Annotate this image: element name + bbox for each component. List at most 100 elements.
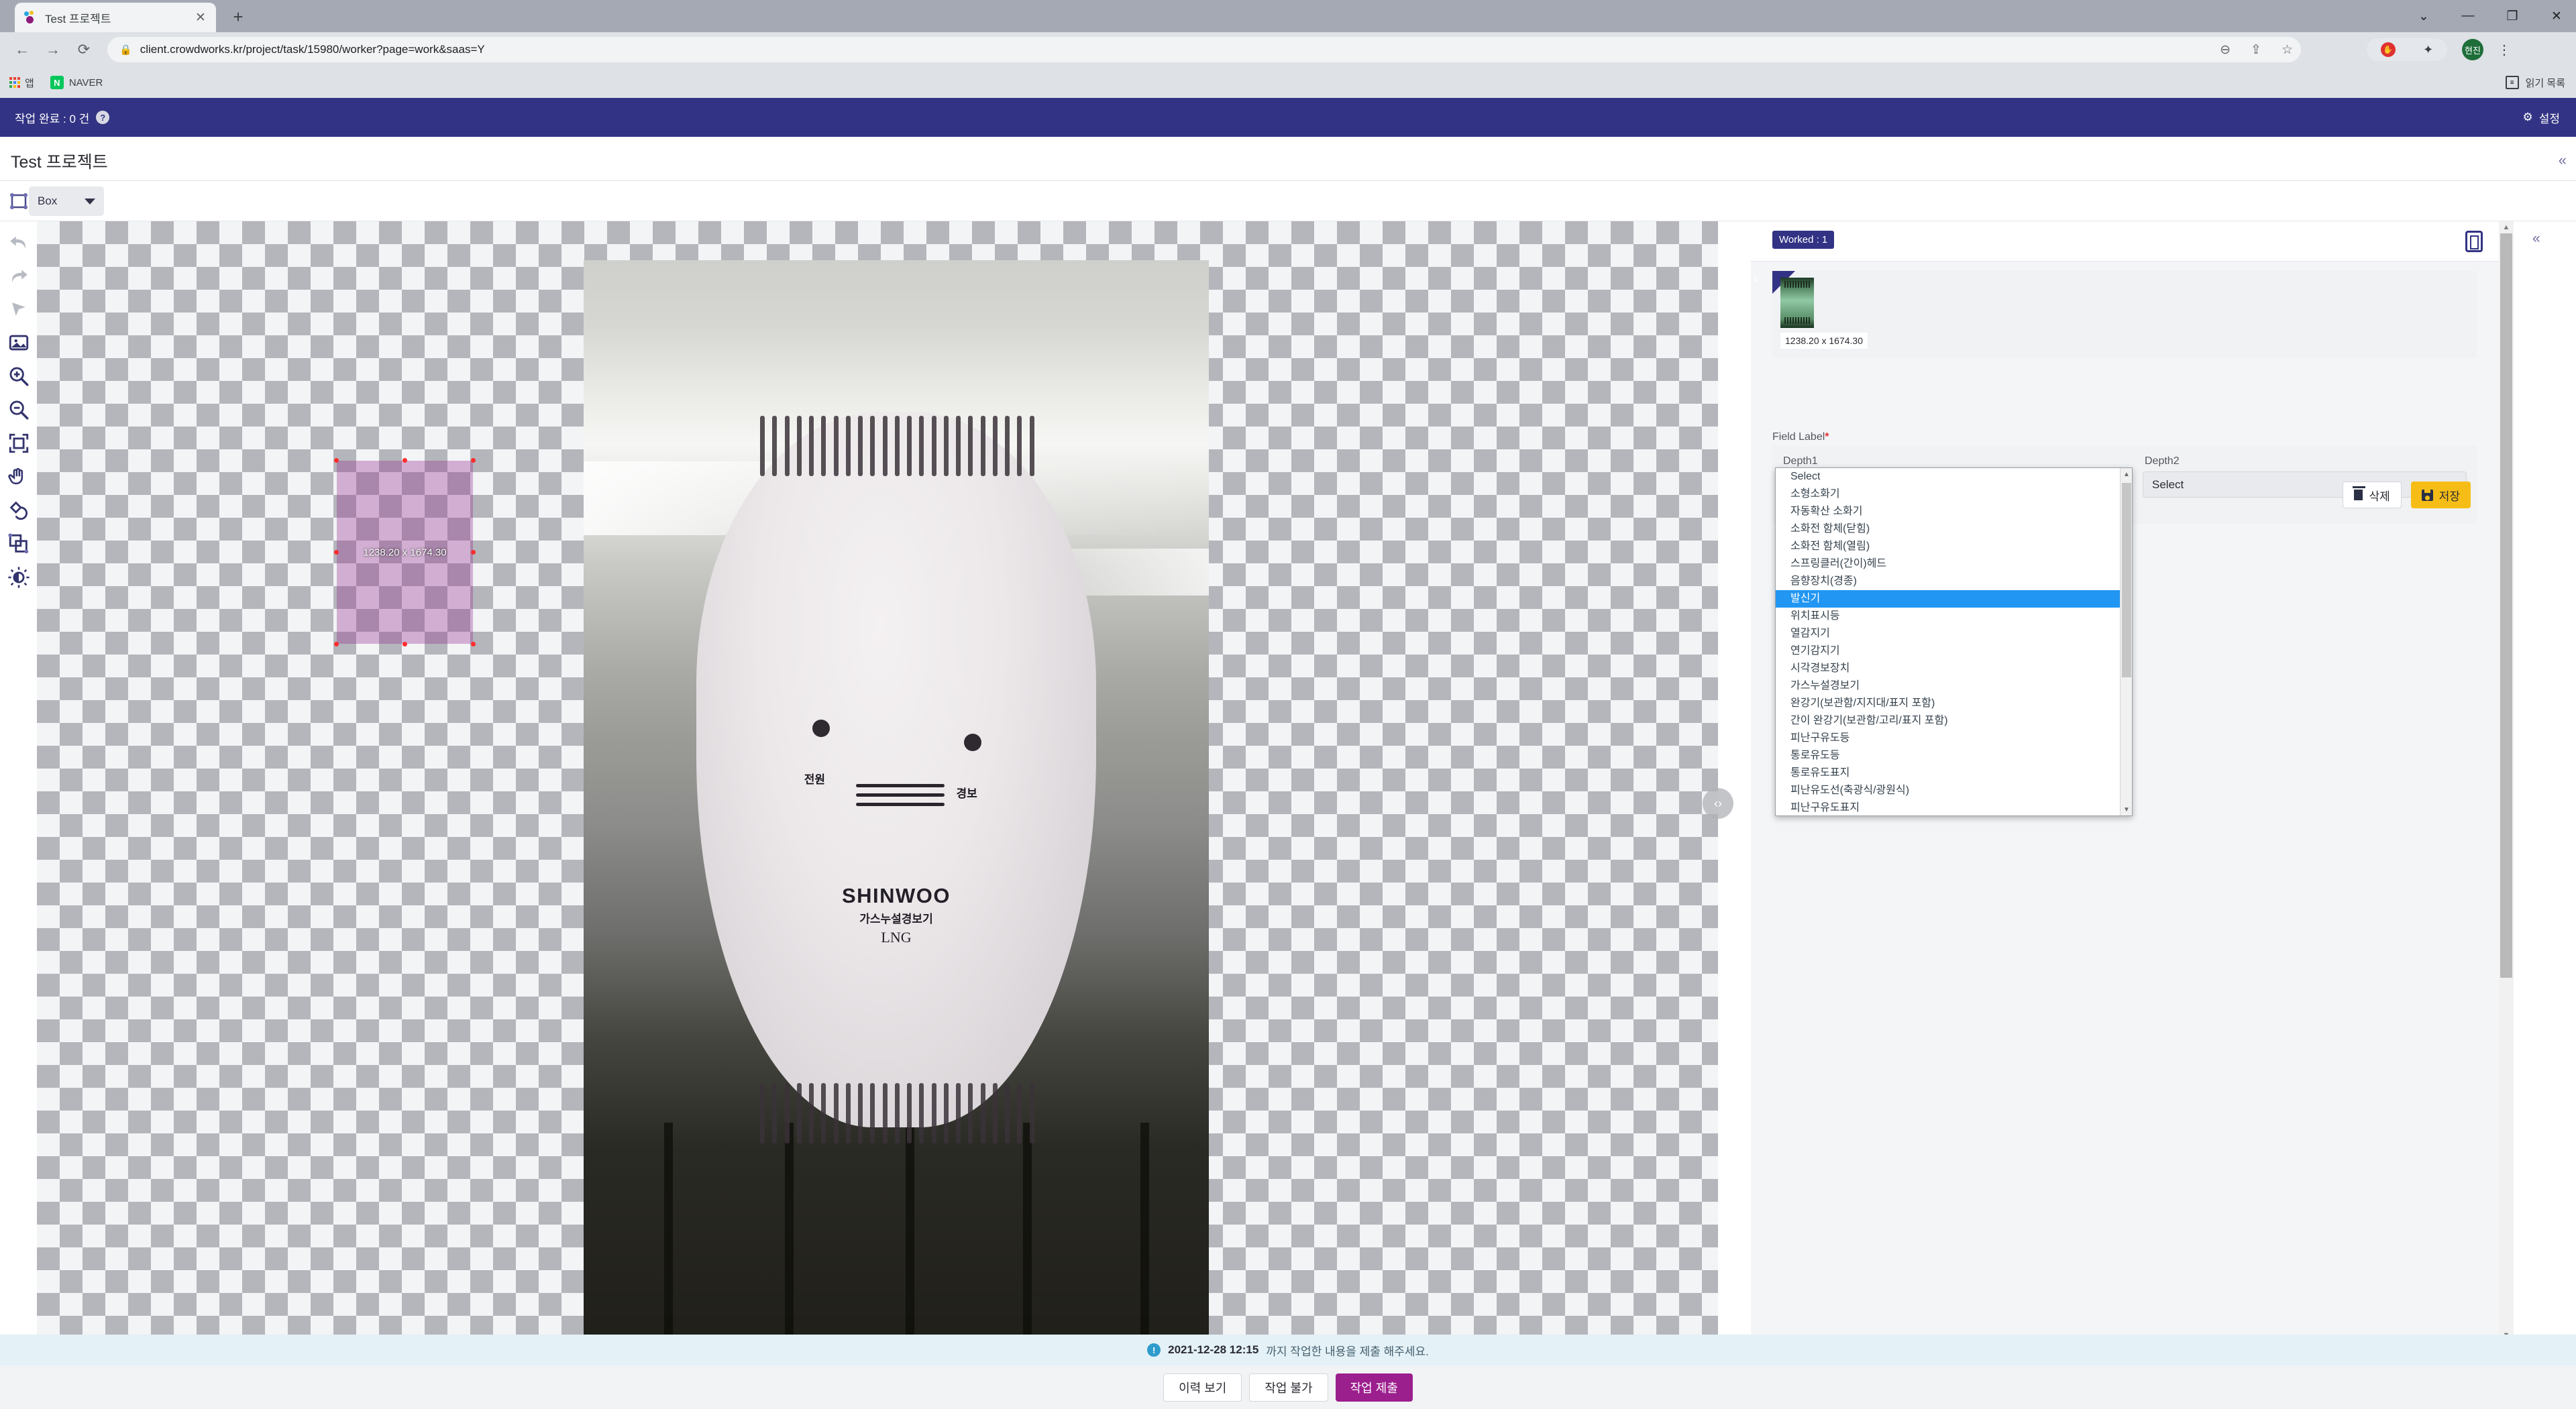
zoom-out-icon[interactable] <box>7 398 30 421</box>
delete-button[interactable]: 삭제 <box>2343 482 2402 508</box>
annotation-canvas[interactable]: 전원 경보 SHINWOO 가스누설경보기 LNG 1238.20 x 1674… <box>37 221 1718 1344</box>
annotation-toolbar: Box <box>0 181 2576 221</box>
dropdown-option[interactable]: 열감지기 <box>1776 625 2132 642</box>
reject-button[interactable]: 작업 불가 <box>1249 1373 1328 1402</box>
fit-screen-icon[interactable] <box>7 432 30 455</box>
window-maximize-icon[interactable]: ❐ <box>2490 0 2534 32</box>
submit-button[interactable]: 작업 제출 <box>1335 1373 1413 1402</box>
image-icon[interactable] <box>7 331 30 354</box>
dropdown-option[interactable]: 소형소화기 <box>1776 486 2132 503</box>
shape-type-select[interactable]: Box <box>29 186 104 216</box>
power-label: 전원 <box>804 773 826 786</box>
dropdown-option[interactable]: 피난구유도표지 <box>1776 799 2132 815</box>
dropdown-option[interactable]: 음향장치(경종) <box>1776 573 2132 590</box>
window-minimize-icon[interactable]: — <box>2446 0 2490 32</box>
scroll-up-icon[interactable]: ▲ <box>2121 468 2132 480</box>
field-label-text: Field Label <box>1772 431 1825 443</box>
dropdown-scroll-thumb[interactable] <box>2122 483 2131 677</box>
required-mark: * <box>1825 431 1829 443</box>
panel-collapse-icon[interactable]: « <box>2559 152 2567 169</box>
brightness-icon[interactable] <box>7 566 30 589</box>
sidebar-collapse-icon[interactable]: « <box>2532 231 2540 247</box>
dropdown-options: Select 소형소화기 자동확산 소화기 소화전 함체(닫힘) 소화전 함체(열림) 스… <box>1776 468 2132 815</box>
bbox-handle-bc[interactable] <box>402 642 407 646</box>
transform-icon[interactable] <box>7 532 30 555</box>
history-button[interactable]: 이력 보기 <box>1163 1373 1242 1402</box>
dropdown-option[interactable]: 스프링클러(간이)헤드 <box>1776 555 2132 573</box>
cursor-icon[interactable] <box>7 298 30 321</box>
puzzle-extension-icon[interactable]: ✦ <box>2423 43 2433 57</box>
close-tab-icon[interactable]: ✕ <box>192 10 209 25</box>
dropdown-option[interactable]: 간이 완강기(보관함/고리/표지 포함) <box>1776 712 2132 730</box>
bbox-handle-bl[interactable] <box>334 642 339 646</box>
dropdown-scrollbar[interactable]: ▲ ▼ <box>2120 468 2132 815</box>
reading-list-button[interactable]: ≡ 읽기 목록 <box>2505 76 2565 90</box>
browser-tab[interactable]: Test 프로젝트 ✕ <box>15 3 216 32</box>
bounding-box[interactable]: 1238.20 x 1674.30 <box>334 458 476 646</box>
vent-top <box>760 416 1034 477</box>
reload-icon[interactable]: ⟳ <box>68 41 99 58</box>
new-tab-icon[interactable]: + <box>228 8 248 25</box>
bbox-handle-tc[interactable] <box>402 458 407 463</box>
dropdown-option[interactable]: 완강기(보관함/지지대/표지 포함) <box>1776 695 2132 712</box>
bookmark-star-icon[interactable]: ☆ <box>2282 42 2293 58</box>
depth1-dropdown-list[interactable]: Select 소형소화기 자동확산 소화기 소화전 함체(닫힘) 소화전 함체(열림) 스… <box>1775 467 2133 816</box>
bbox-handle-tl[interactable] <box>334 458 339 463</box>
pan-hand-icon[interactable] <box>7 465 30 488</box>
chrome-menu-icon[interactable]: ⋮ <box>2494 39 2514 60</box>
mobile-preview-icon[interactable] <box>2465 231 2483 252</box>
dropdown-option[interactable]: 피난구유도등 <box>1776 730 2132 747</box>
panel-resize-handle[interactable]: ‹› <box>1703 788 1733 819</box>
dropdown-option[interactable]: Select <box>1776 468 2132 486</box>
thumbnail-dimension: 1238.20 x 1674.30 <box>1780 333 1868 349</box>
box-shape-icon[interactable] <box>8 190 30 212</box>
redo-icon[interactable] <box>7 264 30 287</box>
adblock-stop-icon[interactable]: ✋ <box>2380 42 2396 57</box>
dropdown-option[interactable]: 피난유도선(축광식/광원식) <box>1776 782 2132 799</box>
dropdown-option[interactable]: 통로유도등 <box>1776 747 2132 765</box>
rotate-icon[interactable] <box>7 499 30 522</box>
dropdown-option[interactable]: 가스누설경보기 <box>1776 677 2132 695</box>
scroll-down-icon[interactable]: ▼ <box>2121 803 2132 815</box>
dropdown-option[interactable]: 시각경보장치 <box>1776 660 2132 677</box>
favicon <box>24 11 38 24</box>
panel-scroll-thumb[interactable] <box>2500 233 2512 978</box>
url-text: client.crowdworks.kr/project/task/15980/… <box>140 43 485 56</box>
bbox-handle-tr[interactable] <box>471 458 476 463</box>
settings-button[interactable]: ⚙ 설정 <box>2522 109 2560 126</box>
apps-grid-icon <box>9 77 20 88</box>
back-icon[interactable]: ← <box>7 41 38 58</box>
project-title-row: Test 프로젝트 « <box>0 137 2576 181</box>
bookmark-item-naver[interactable]: N NAVER <box>50 76 103 89</box>
depth2-value: Select <box>2152 477 2184 491</box>
dropdown-option[interactable]: 자동확산 소화기 <box>1776 503 2132 520</box>
save-button[interactable]: 저장 <box>2410 482 2471 508</box>
share-icon[interactable]: ⇪ <box>2251 42 2261 58</box>
worked-badge: Worked : 1 <box>1772 231 1835 249</box>
zoom-in-icon[interactable] <box>7 365 30 388</box>
annotation-item-card[interactable]: 1 1238.20 x 1674.30 <box>1753 271 2477 358</box>
profile-avatar[interactable]: 현진 <box>2462 39 2483 60</box>
shape-type-value: Box <box>38 194 58 207</box>
window-close-icon[interactable]: ✕ <box>2534 0 2576 32</box>
depth2-label: Depth2 <box>2145 455 2180 467</box>
undo-icon[interactable] <box>7 231 30 253</box>
window-collapse-icon[interactable]: ⌄ <box>2402 0 2446 32</box>
brand-name: SHINWOO <box>841 884 951 908</box>
dropdown-option[interactable]: 통로유도표지 <box>1776 765 2132 782</box>
dropdown-option[interactable]: 발신기 <box>1776 590 2132 608</box>
forward-icon[interactable]: → <box>38 41 68 58</box>
address-bar[interactable]: 🔒 client.crowdworks.kr/project/task/1598… <box>107 37 2301 62</box>
scroll-up-icon[interactable]: ▲ <box>2499 221 2514 233</box>
zoom-out-icon[interactable]: ⊖ <box>2220 42 2231 58</box>
bbox-handle-br[interactable] <box>471 642 476 646</box>
panel-scrollbar[interactable]: ▲ ▼ <box>2499 221 2514 1341</box>
dropdown-option[interactable]: 소화전 함체(닫힘) <box>1776 520 2132 538</box>
delete-label: 삭제 <box>2369 490 2390 503</box>
dropdown-option[interactable]: 소화전 함체(열림) <box>1776 538 2132 555</box>
help-icon[interactable]: ? <box>96 111 110 124</box>
depth1-label: Depth1 <box>1783 455 1818 467</box>
apps-shortcut[interactable]: 앱 <box>9 76 34 90</box>
dropdown-option[interactable]: 연기감지기 <box>1776 642 2132 660</box>
dropdown-option[interactable]: 위치표시등 <box>1776 608 2132 625</box>
